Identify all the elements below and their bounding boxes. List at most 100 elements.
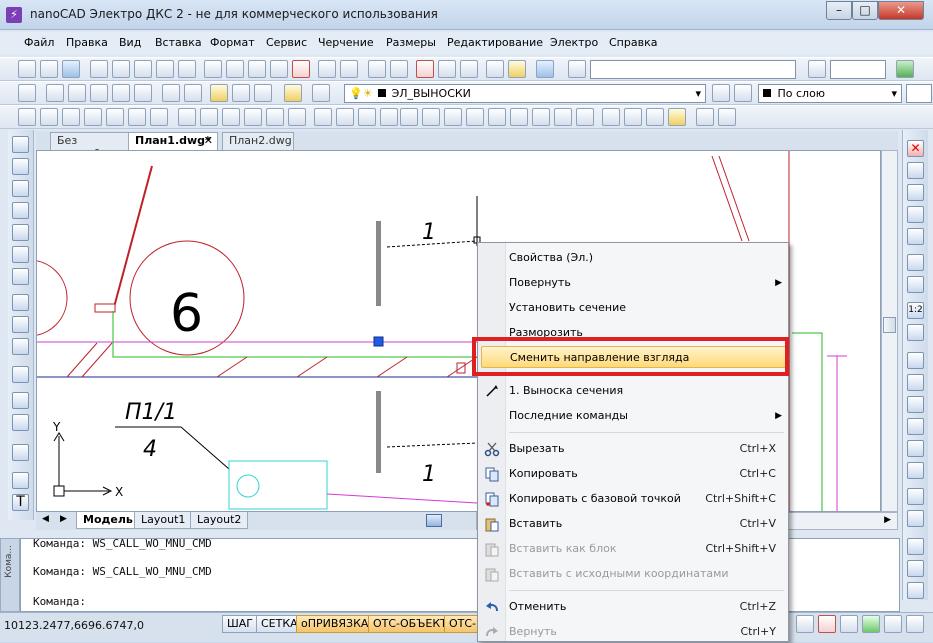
distribute-h-icon[interactable]	[314, 108, 332, 126]
text-style-field[interactable]	[590, 60, 796, 79]
refresh-icon[interactable]	[862, 615, 880, 633]
snap-tangent-icon[interactable]	[162, 84, 180, 102]
extend-icon[interactable]	[907, 374, 924, 391]
rectangle-icon[interactable]	[12, 224, 29, 241]
arc-icon[interactable]	[12, 180, 29, 197]
bring-front-icon[interactable]	[200, 108, 218, 126]
menu-item-change-view-direction[interactable]: Сменить направление взгляда	[481, 346, 787, 368]
print-icon[interactable]	[90, 60, 108, 78]
align-left-icon[interactable]	[244, 108, 262, 126]
save-icon[interactable]	[62, 60, 80, 78]
align-middle-icon[interactable]	[488, 108, 506, 126]
light-icon[interactable]	[907, 582, 924, 599]
cut-icon[interactable]	[204, 60, 222, 78]
arrow-right-icon[interactable]: ▶	[884, 515, 891, 525]
design-center-icon[interactable]	[40, 108, 58, 126]
vertical-scrollbar[interactable]	[881, 150, 898, 512]
menu-modify[interactable]: Редактирование	[447, 36, 543, 49]
tool-palette-icon[interactable]	[84, 108, 102, 126]
dim-style-icon[interactable]	[808, 60, 826, 78]
menu-item-section-leader[interactable]: 1. Выноска сечения	[478, 380, 788, 402]
snap-endpoint-icon[interactable]	[46, 84, 64, 102]
snap-toggle[interactable]: ШАГ	[222, 615, 258, 633]
layer-previous-icon[interactable]	[312, 84, 330, 102]
stretch-icon[interactable]	[907, 324, 924, 341]
table-icon[interactable]	[12, 472, 29, 489]
layer-manager-icon[interactable]	[18, 84, 36, 102]
paste-icon[interactable]	[248, 60, 266, 78]
maximize-button[interactable]: □	[852, 1, 878, 20]
snap-nearest-icon[interactable]	[184, 84, 202, 102]
spacing-icon[interactable]	[358, 108, 376, 126]
menu-item-properties[interactable]: Свойства (Эл.)	[478, 247, 788, 269]
measure-icon[interactable]	[508, 60, 526, 78]
mirror-icon[interactable]	[907, 184, 924, 201]
zoom-previous-icon[interactable]	[438, 60, 456, 78]
snap-node-icon[interactable]	[134, 84, 152, 102]
check-icon[interactable]	[602, 108, 620, 126]
text-icon[interactable]: T	[12, 494, 29, 511]
snap-center-icon[interactable]	[112, 84, 130, 102]
circle-icon[interactable]	[12, 268, 29, 285]
align-center-icon[interactable]	[266, 108, 284, 126]
zoom-extents-icon[interactable]	[460, 60, 478, 78]
table-icon[interactable]	[422, 108, 440, 126]
point-icon[interactable]	[12, 444, 29, 461]
zoom-icon[interactable]	[390, 60, 408, 78]
publish-icon[interactable]	[134, 60, 152, 78]
zoom-realtime-icon[interactable]	[796, 615, 814, 633]
menu-draw[interactable]: Черчение	[318, 36, 374, 49]
zoom-object-icon[interactable]	[624, 108, 642, 126]
close-icon[interactable]: ✕	[204, 134, 213, 147]
open-file-icon[interactable]	[40, 60, 58, 78]
menu-edit[interactable]: Правка	[66, 36, 108, 49]
command-window-handle[interactable]: Кома...	[0, 538, 20, 612]
preview-icon[interactable]	[112, 60, 130, 78]
hatch-icon[interactable]	[12, 414, 29, 431]
align-bottom-icon[interactable]	[510, 108, 528, 126]
group-icon[interactable]	[380, 108, 398, 126]
fillet-round-icon[interactable]	[907, 488, 924, 505]
polygon-icon[interactable]	[12, 202, 29, 219]
menu-item-cut[interactable]: Вырезать Ctrl+X	[478, 438, 788, 460]
rotate-icon[interactable]	[907, 276, 924, 293]
copy-block-icon[interactable]	[646, 108, 664, 126]
line-icon[interactable]	[12, 136, 29, 153]
plugin-icon[interactable]	[896, 60, 914, 78]
close-button[interactable]: ✕	[878, 1, 924, 20]
menu-item-rotate[interactable]: Повернуть ▶	[478, 272, 788, 294]
menu-file[interactable]: Файл	[24, 36, 54, 49]
grid-cross-icon[interactable]	[532, 108, 550, 126]
menu-item-copy[interactable]: Копировать Ctrl+C	[478, 463, 788, 485]
spline-icon[interactable]	[12, 246, 29, 263]
snap-grid-icon[interactable]	[554, 108, 572, 126]
chamfer-icon[interactable]	[907, 440, 924, 457]
snap-parallel-icon[interactable]	[254, 84, 272, 102]
snap-settings-icon[interactable]	[210, 84, 228, 102]
polyline-icon[interactable]	[12, 158, 29, 175]
render-icon[interactable]	[907, 538, 924, 555]
print-setup-icon[interactable]	[178, 60, 196, 78]
settings-icon[interactable]	[906, 615, 924, 633]
wblock-icon[interactable]	[668, 108, 686, 126]
hatch-icon[interactable]	[444, 108, 462, 126]
explode-icon[interactable]	[907, 510, 924, 527]
layout-view-icon[interactable]	[426, 514, 442, 527]
menu-dimensions[interactable]: Размеры	[386, 36, 436, 49]
menu-item-unfreeze[interactable]: Разморозить	[478, 322, 788, 344]
zoom-all-icon[interactable]	[840, 615, 858, 633]
tab-plan1[interactable]: План1.dwg* ✕	[128, 132, 218, 150]
annotation-icon[interactable]	[884, 615, 902, 633]
redo-icon[interactable]	[340, 60, 358, 78]
layer-state-icon[interactable]	[284, 84, 302, 102]
menu-insert[interactable]: Вставка	[155, 36, 202, 49]
grip[interactable]	[373, 336, 384, 347]
sheet-set-icon[interactable]	[106, 108, 124, 126]
osnap-toggle[interactable]: оПРИВЯЗКА	[296, 615, 374, 633]
distribute-v-icon[interactable]	[336, 108, 354, 126]
offset-icon[interactable]	[907, 206, 924, 223]
menu-item-undo[interactable]: Отменить Ctrl+Z	[478, 596, 788, 618]
linetype-dropdown[interactable]: По слою ▾	[758, 84, 902, 103]
draw-order-icon[interactable]	[178, 108, 196, 126]
material-icon[interactable]	[907, 560, 924, 577]
